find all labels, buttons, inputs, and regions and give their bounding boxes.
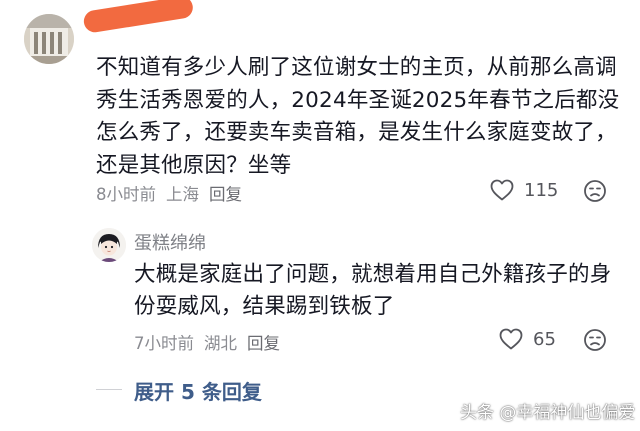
reply-like-button[interactable]: 65 [499, 328, 556, 350]
reply-location: 湖北 [204, 334, 237, 353]
comment-text: 不知道有多少人刷了这位谢女士的主页，从前那么高调秀生活秀恩爱的人，2024年圣诞… [96, 55, 620, 178]
reply-reply-button[interactable]: 回复 [247, 334, 280, 353]
like-count: 115 [524, 179, 559, 201]
dislike-face-icon [584, 329, 606, 351]
reply-author[interactable]: 蛋糕绵绵 [134, 229, 206, 255]
expand-replies-link[interactable]: 展开 5 条回复 [134, 376, 262, 405]
watermark: 头条 @幸福神仙也偏爱 [460, 403, 636, 423]
comment-meta: 8小时前 上海 回复 [96, 181, 252, 205]
reply-time: 7小时前 [134, 334, 194, 353]
avatar-image [92, 228, 126, 262]
avatar-image [24, 14, 74, 64]
like-button[interactable]: 115 [490, 179, 558, 201]
dislike-button[interactable] [583, 179, 607, 207]
reply-meta: 7小时前 湖北 回复 [134, 330, 290, 354]
redacted-username [82, 0, 195, 34]
comment-time: 8小时前 [96, 185, 156, 204]
reply-avatar[interactable] [92, 228, 126, 262]
reply-button[interactable]: 回复 [209, 185, 242, 204]
comment-location: 上海 [166, 185, 199, 204]
heart-icon [499, 328, 523, 350]
expand-divider [96, 389, 122, 390]
reply-like-count: 65 [533, 328, 556, 350]
reply-dislike-button[interactable] [583, 328, 607, 356]
reply-text: 大概是家庭出了问题，就想着用自己外籍孩子的身份耍威风，结果踢到铁板了 [134, 262, 612, 319]
commenter-avatar[interactable] [24, 14, 74, 64]
heart-icon [490, 179, 514, 201]
dislike-face-icon [584, 180, 606, 202]
